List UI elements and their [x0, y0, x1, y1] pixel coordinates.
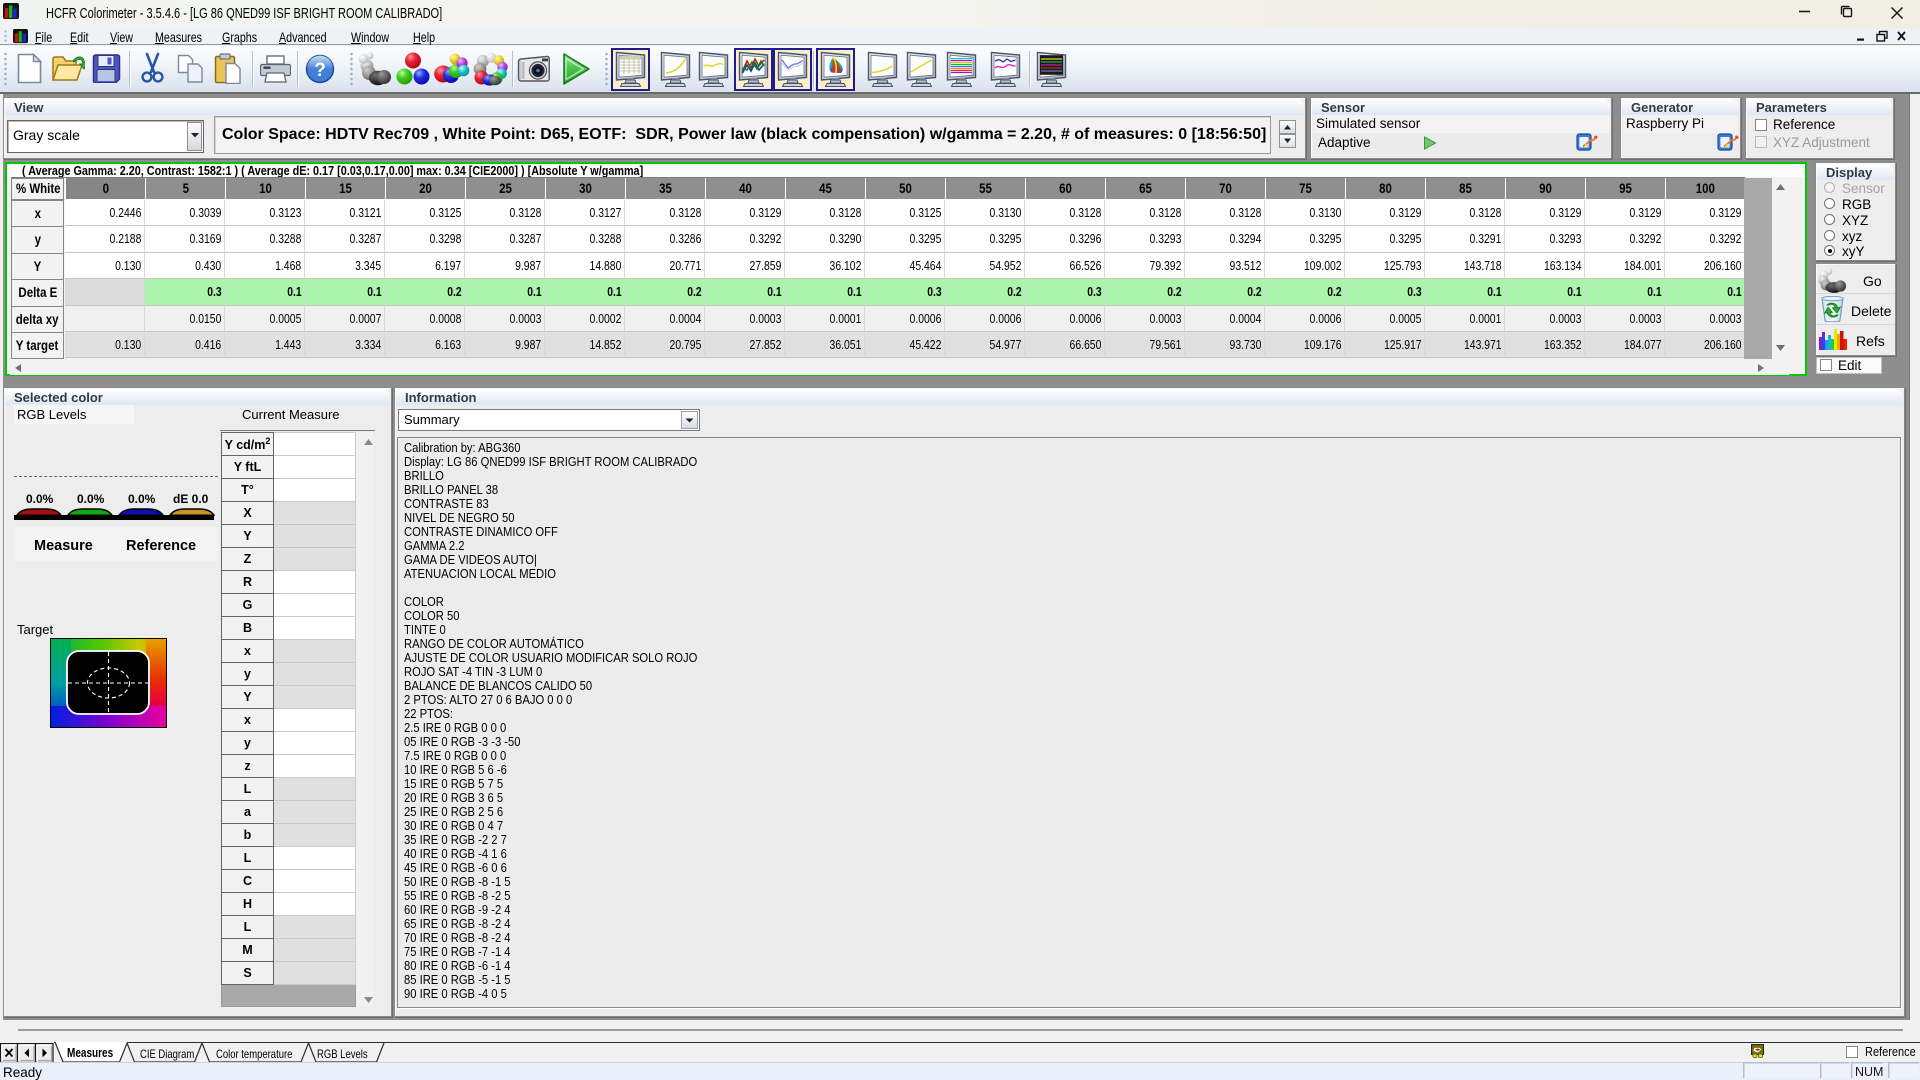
svg-text:?: ? [314, 60, 326, 81]
